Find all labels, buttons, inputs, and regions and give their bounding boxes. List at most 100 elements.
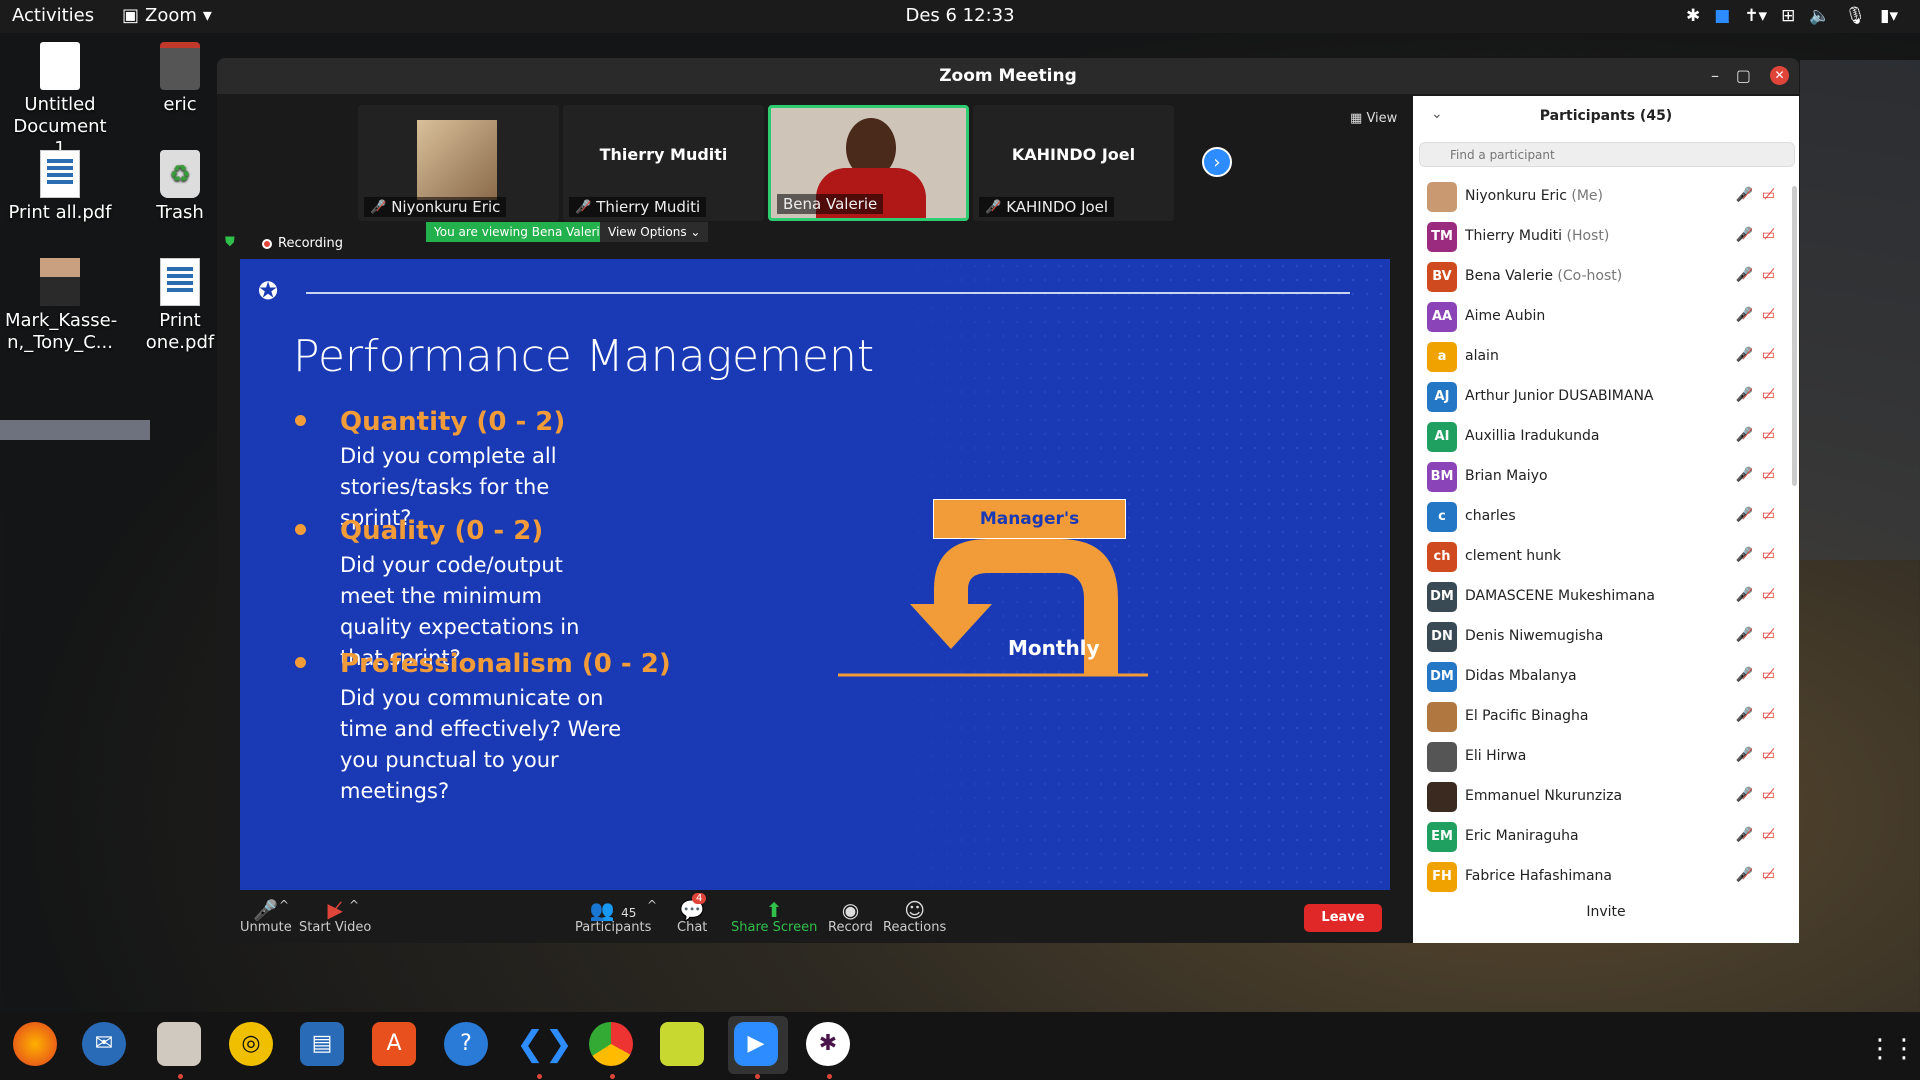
desktop-icon-photo[interactable]: Mark_Kasse-n,_Tony_C... <box>5 258 117 354</box>
video-off-icon[interactable]: ▭̸ <box>1762 627 1775 643</box>
video-off-icon[interactable]: ▭̸ <box>1762 187 1775 203</box>
security-shield-icon[interactable]: ⛊ <box>225 235 235 250</box>
participant-row[interactable]: EM Eric Maniraguha 🎤̸ ▭̸ <box>1413 816 1799 856</box>
scrollbar[interactable] <box>1792 186 1797 486</box>
slack-icon[interactable]: ✱ <box>806 1022 850 1066</box>
muted-mic-icon[interactable]: 🎤̸ <box>1736 227 1753 243</box>
participant-row[interactable]: AJ Arthur Junior DUSABIMANA 🎤̸ ▭̸ <box>1413 376 1799 416</box>
audio-options-chevron-icon[interactable]: ^ <box>279 898 289 912</box>
video-off-icon[interactable]: ▭̸ <box>1762 667 1775 683</box>
video-off-icon[interactable]: ▭̸ <box>1762 827 1775 843</box>
video-off-icon[interactable]: ▭̸ <box>1762 867 1775 883</box>
muted-mic-icon[interactable]: 🎤̸ <box>1736 307 1753 323</box>
help-icon[interactable]: ? <box>444 1022 488 1066</box>
participant-row[interactable]: DM Didas Mbalanya 🎤̸ ▭̸ <box>1413 656 1799 696</box>
participant-row[interactable]: BV Bena Valerie (Co-host) 🎤̸ ▭̸ <box>1413 256 1799 296</box>
desktop-icon-print-all-pdf[interactable]: Print all.pdf <box>5 150 115 224</box>
participants-button[interactable]: 👥 45 Participants <box>575 898 651 935</box>
notes-icon[interactable] <box>660 1022 704 1066</box>
video-off-icon[interactable]: ▭̸ <box>1762 267 1775 283</box>
invite-button[interactable]: Invite <box>1413 904 1799 920</box>
video-off-icon[interactable]: ▭̸ <box>1762 747 1775 763</box>
system-tray[interactable]: ✱ ■ ✝▾ ⊞ 🔈 🎙 ▮▾ <box>1686 6 1898 26</box>
activities-button[interactable]: Activities <box>12 5 94 26</box>
desktop-icon-untitled-document[interactable]: Untitled Document 1 <box>5 42 115 160</box>
muted-mic-icon[interactable]: 🎤̸ <box>1736 507 1753 523</box>
writer-icon[interactable]: ▤ <box>300 1022 344 1066</box>
chrome-icon[interactable] <box>589 1022 633 1066</box>
chat-button[interactable]: 💬 4 Chat <box>677 893 707 935</box>
next-page-icon[interactable]: › <box>1202 147 1232 177</box>
video-tile-thierry[interactable]: Thierry Muditi 🎤̸ Thierry Muditi <box>563 105 764 221</box>
participant-search-input[interactable] <box>1419 142 1795 167</box>
vscode-icon[interactable]: ❮❯ <box>516 1022 573 1066</box>
muted-mic-icon[interactable]: 🎤̸ <box>1736 187 1753 203</box>
minimize-button[interactable]: – <box>1711 66 1719 85</box>
muted-mic-icon[interactable]: 🎤̸ <box>1736 267 1753 283</box>
participants-options-chevron-icon[interactable]: ^ <box>647 898 657 912</box>
muted-mic-icon[interactable]: 🎤̸ <box>1736 347 1753 363</box>
start-video-button[interactable]: ▶̸ Start Video <box>299 898 371 935</box>
accessibility-icon[interactable]: ✝▾ <box>1744 6 1767 26</box>
muted-mic-icon[interactable]: 🎤̸ <box>1736 427 1753 443</box>
software-center-icon[interactable]: A <box>372 1022 416 1066</box>
leave-button[interactable]: Leave <box>1304 904 1382 932</box>
microphone-icon[interactable]: 🎙 <box>1845 6 1867 26</box>
participant-row[interactable]: c charles 🎤̸ ▭̸ <box>1413 496 1799 536</box>
app-menu[interactable]: ▣ Zoom ▾ <box>122 5 212 26</box>
slack-tray-icon[interactable]: ✱ <box>1686 6 1700 26</box>
muted-mic-icon[interactable]: 🎤̸ <box>1736 707 1753 723</box>
thunderbird-icon[interactable]: ✉ <box>82 1022 126 1066</box>
zoom-tray-icon[interactable]: ■ <box>1714 6 1730 26</box>
video-off-icon[interactable]: ▭̸ <box>1762 347 1775 363</box>
participant-row[interactable]: Emmanuel Nkurunziza 🎤̸ ▭̸ <box>1413 776 1799 816</box>
muted-mic-icon[interactable]: 🎤̸ <box>1736 827 1753 843</box>
participant-row[interactable]: DM DAMASCENE Mukeshimana 🎤̸ ▭̸ <box>1413 576 1799 616</box>
volume-icon[interactable]: 🔈 <box>1809 6 1830 26</box>
participant-row[interactable]: AA Aime Aubin 🎤̸ ▭̸ <box>1413 296 1799 336</box>
battery-icon[interactable]: ▮▾ <box>1880 6 1898 26</box>
clock[interactable]: Des 6 12:33 <box>0 5 1920 26</box>
video-tile-bena-active[interactable]: Bena Valerie <box>768 105 969 221</box>
video-off-icon[interactable]: ▭̸ <box>1762 427 1775 443</box>
video-off-icon[interactable]: ▭̸ <box>1762 507 1775 523</box>
participant-row[interactable]: DN Denis Niwemugisha 🎤̸ ▭̸ <box>1413 616 1799 656</box>
muted-mic-icon[interactable]: 🎤̸ <box>1736 467 1753 483</box>
zoom-icon[interactable]: ▶ <box>734 1022 778 1066</box>
muted-mic-icon[interactable]: 🎤̸ <box>1736 547 1753 563</box>
muted-mic-icon[interactable]: 🎤̸ <box>1736 867 1753 883</box>
show-applications-icon[interactable]: ⋮⋮⋮ <box>1867 1034 1920 1064</box>
video-off-icon[interactable]: ▭̸ <box>1762 227 1775 243</box>
video-off-icon[interactable]: ▭̸ <box>1762 707 1775 723</box>
muted-mic-icon[interactable]: 🎤̸ <box>1736 747 1753 763</box>
participant-row[interactable]: FH Fabrice Hafashimana 🎤̸ ▭̸ <box>1413 856 1799 895</box>
reactions-button[interactable]: ☺ Reactions <box>883 898 946 935</box>
participant-row[interactable]: a alain 🎤̸ ▭̸ <box>1413 336 1799 376</box>
video-off-icon[interactable]: ▭̸ <box>1762 387 1775 403</box>
rhythmbox-icon[interactable]: ◎ <box>229 1022 273 1066</box>
video-off-icon[interactable]: ▭̸ <box>1762 547 1775 563</box>
participant-row[interactable]: TM Thierry Muditi (Host) 🎤̸ ▭̸ <box>1413 216 1799 256</box>
muted-mic-icon[interactable]: 🎤̸ <box>1736 627 1753 643</box>
participant-row[interactable]: El Pacific Binagha 🎤̸ ▭̸ <box>1413 696 1799 736</box>
muted-mic-icon[interactable]: 🎤̸ <box>1736 387 1753 403</box>
network-icon[interactable]: ⊞ <box>1781 6 1795 26</box>
video-tile-niyonkuru[interactable]: 🎤̸ Niyonkuru Eric <box>358 105 559 221</box>
video-tile-kahindo[interactable]: KAHINDO Joel 🎤̸ KAHINDO Joel <box>973 105 1174 221</box>
muted-mic-icon[interactable]: 🎤̸ <box>1736 787 1753 803</box>
video-off-icon[interactable]: ▭̸ <box>1762 467 1775 483</box>
participant-row[interactable]: Niyonkuru Eric (Me) 🎤̸ ▭̸ <box>1413 176 1799 216</box>
view-options-button[interactable]: View Options ⌄ <box>600 222 709 242</box>
firefox-icon[interactable] <box>13 1022 57 1066</box>
view-button[interactable]: ▦ View <box>1350 111 1397 126</box>
video-options-chevron-icon[interactable]: ^ <box>349 898 359 912</box>
muted-mic-icon[interactable]: 🎤̸ <box>1736 587 1753 603</box>
participant-row[interactable]: AI Auxillia Iradukunda 🎤̸ ▭̸ <box>1413 416 1799 456</box>
share-screen-button[interactable]: ⬆ Share Screen <box>731 898 817 935</box>
participant-row[interactable]: ch clement hunk 🎤̸ ▭̸ <box>1413 536 1799 576</box>
participant-row[interactable]: BM Brian Maiyo 🎤̸ ▭̸ <box>1413 456 1799 496</box>
record-button[interactable]: ◉ Record <box>828 898 873 935</box>
video-off-icon[interactable]: ▭̸ <box>1762 587 1775 603</box>
video-off-icon[interactable]: ▭̸ <box>1762 307 1775 323</box>
maximize-button[interactable]: ▢ <box>1736 66 1751 85</box>
